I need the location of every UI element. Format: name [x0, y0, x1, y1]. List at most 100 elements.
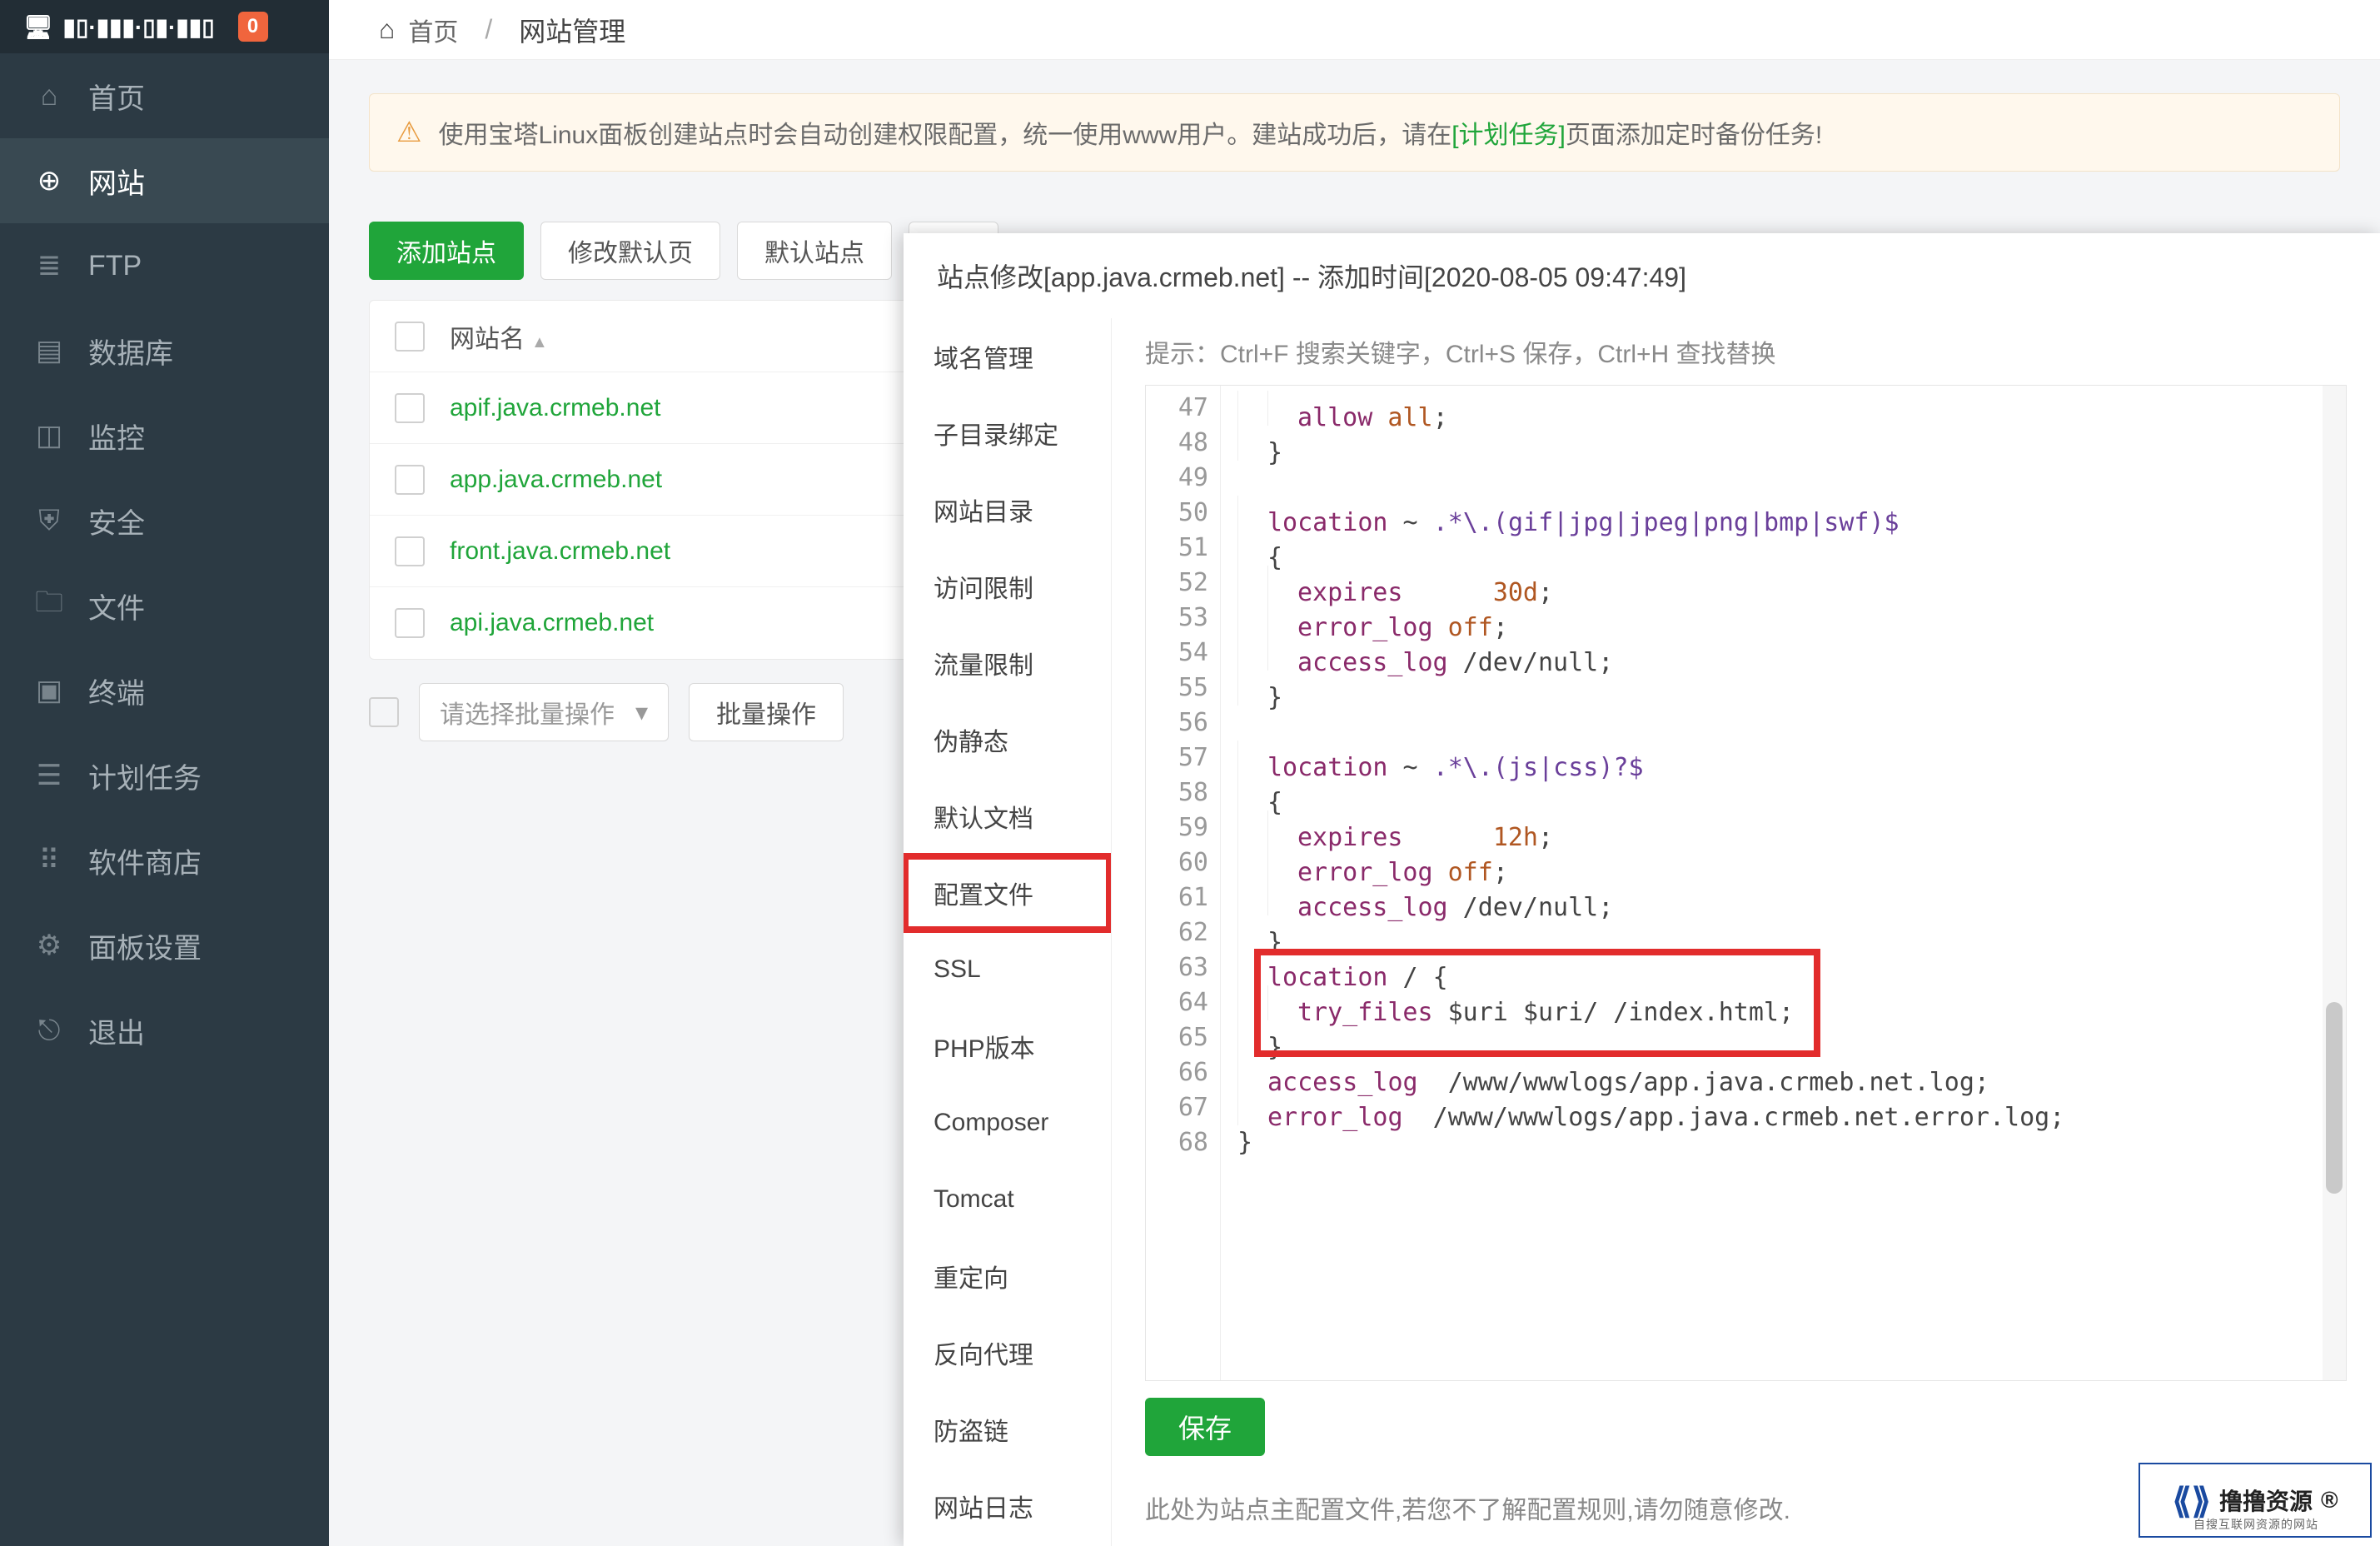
sidebar-item-计划任务[interactable]: ☰ 计划任务	[0, 733, 329, 818]
editor-scrollbar[interactable]	[2323, 386, 2346, 1380]
sidebar-item-label: 首页	[88, 76, 145, 117]
sidebar-item-首页[interactable]: ⌂ 首页	[0, 53, 329, 138]
sort-asc-icon: ▲	[531, 333, 548, 352]
row-checkbox[interactable]	[395, 393, 425, 423]
modal-nav-item-流量限制[interactable]: 流量限制	[904, 625, 1111, 701]
site-link[interactable]: apif.java.crmeb.net	[450, 394, 660, 422]
col-site-name[interactable]: 网站名▲	[450, 318, 548, 355]
watermark-sub: 自搜互联网资源的网站	[2193, 1516, 2318, 1533]
sidebar-item-网站[interactable]: ⊕网站	[0, 138, 329, 223]
sidebar-icon: ⚙	[33, 929, 65, 962]
sidebar-item-label: 安全	[88, 501, 145, 541]
breadcrumb-current: 网站管理	[519, 11, 625, 49]
modal-nav: 域名管理子目录绑定网站目录访问限制流量限制伪静态默认文档配置文件SSLPHP版本…	[904, 318, 1112, 1546]
row-checkbox[interactable]	[395, 465, 425, 495]
code-line-47: allow all;	[1237, 391, 2346, 426]
warning-icon: ⚠	[396, 116, 421, 149]
code-line-63: location / {	[1237, 950, 2346, 985]
modal-nav-item-反向代理[interactable]: 反向代理	[904, 1314, 1111, 1391]
code-line-64: try_files $uri $uri/ /index.html;	[1237, 985, 2346, 1020]
site-link[interactable]: front.java.crmeb.net	[450, 537, 670, 566]
modal-body: 域名管理子目录绑定网站目录访问限制流量限制伪静态默认文档配置文件SSLPHP版本…	[904, 318, 2380, 1546]
sidebar-item-退出[interactable]: ⎋退出	[0, 988, 329, 1073]
code-line-50: location ~ .*\.(gif|jpg|jpeg|png|bmp|swf…	[1237, 496, 2346, 531]
editor-code[interactable]: allow all;}location ~ .*\.(gif|jpg|jpeg|…	[1221, 386, 2346, 1380]
sidebar-item-label: 数据库	[88, 331, 173, 372]
server-ip: ▮▯·▮▮▮·▯▮·▮▮▯	[63, 13, 215, 41]
scrollbar-thumb[interactable]	[2326, 1002, 2343, 1194]
batch-action-select[interactable]: 请选择批量操作 ▾	[419, 683, 669, 741]
breadcrumb: ⌂ 首页 / 网站管理	[329, 0, 2380, 60]
modal-nav-item-网站目录[interactable]: 网站目录	[904, 471, 1111, 548]
sidebar-item-label: 面板设置	[88, 925, 202, 966]
modal-nav-item-防盗链[interactable]: 防盗链	[904, 1391, 1111, 1468]
modal-nav-item-子目录绑定[interactable]: 子目录绑定	[904, 395, 1111, 471]
modal-title: 站点修改[app.java.crmeb.net] -- 添加时间[2020-08…	[904, 233, 2380, 318]
sidebar-icon: ⎋	[33, 1015, 65, 1047]
modal-nav-item-访问限制[interactable]: 访问限制	[904, 548, 1111, 625]
sidebar-item-软件商店[interactable]: ⠿ 软件商店	[0, 818, 329, 903]
modal-nav-item-PHP版本[interactable]: PHP版本	[904, 1008, 1111, 1085]
modal-nav-item-Composer[interactable]: Composer	[904, 1085, 1111, 1161]
sidebar-item-FTP[interactable]: ≣ FTP	[0, 223, 329, 308]
watermark-badge: ⟪⟫ 撸撸资源® 自搜互联网资源的网站	[2139, 1463, 2372, 1538]
sidebar-item-label: FTP	[88, 250, 142, 282]
breadcrumb-separator: /	[485, 14, 492, 45]
code-line-66: access_log /www/wwwlogs/app.java.crmeb.n…	[1237, 1055, 2346, 1090]
modal-nav-item-伪静态[interactable]: 伪静态	[904, 701, 1111, 778]
code-line-53: error_log off;	[1237, 601, 2346, 636]
modal-nav-item-网站日志[interactable]: 网站日志	[904, 1468, 1111, 1544]
sidebar-item-label: 文件	[88, 586, 145, 626]
sidebar-item-安全[interactable]: ⛨ 安全	[0, 478, 329, 563]
monitor-icon: 🖥	[23, 13, 53, 41]
modal-nav-item-重定向[interactable]: 重定向	[904, 1238, 1111, 1314]
site-edit-modal: 站点修改[app.java.crmeb.net] -- 添加时间[2020-08…	[904, 233, 2380, 1546]
sidebar-item-label: 监控	[88, 416, 145, 456]
sidebar-icon: ◫	[33, 419, 65, 452]
code-line-61: access_log /dev/null;	[1237, 880, 2346, 915]
modal-nav-item-配置文件[interactable]: 配置文件	[904, 855, 1111, 931]
add-site-button[interactable]: 添加站点	[369, 222, 524, 280]
sidebar-item-文件[interactable]: 🗀文件	[0, 563, 329, 648]
code-line-52: expires 30d;	[1237, 566, 2346, 601]
sidebar-item-label: 软件商店	[88, 840, 202, 881]
site-link[interactable]: app.java.crmeb.net	[450, 466, 662, 494]
save-button[interactable]: 保存	[1145, 1398, 1265, 1456]
modal-nav-item-域名管理[interactable]: 域名管理	[904, 318, 1111, 395]
sidebar-item-监控[interactable]: ◫ 监控	[0, 393, 329, 478]
watermark-brand: 撸撸资源	[2219, 1484, 2313, 1517]
sidebar-item-数据库[interactable]: ▤数据库	[0, 308, 329, 393]
site-link[interactable]: api.java.crmeb.net	[450, 609, 654, 637]
alert-text: 使用宝塔Linux面板创建站点时会自动创建权限配置，统一使用www用户。建站成功…	[438, 114, 1822, 151]
sidebar-item-label: 终端	[88, 671, 145, 711]
batch-select-checkbox[interactable]	[369, 697, 399, 727]
alert-cron-link[interactable]: [计划任务]	[1451, 122, 1566, 149]
modal-main: 提示：Ctrl+F 搜索关键字，Ctrl+S 保存，Ctrl+H 查找替换 47…	[1112, 318, 2380, 1546]
edit-default-page-button[interactable]: 修改默认页	[540, 222, 720, 280]
info-alert: ⚠ 使用宝塔Linux面板创建站点时会自动创建权限配置，统一使用www用户。建站…	[369, 93, 2340, 172]
breadcrumb-home[interactable]: 首页	[408, 12, 458, 48]
sidebar-item-终端[interactable]: ▣终端	[0, 648, 329, 733]
modal-nav-item-Tomcat[interactable]: Tomcat	[904, 1161, 1111, 1238]
select-all-checkbox[interactable]	[395, 322, 425, 352]
row-checkbox[interactable]	[395, 536, 425, 566]
sidebar-icon: ⠿	[33, 844, 65, 877]
editor-gutter: 4748495051525354555657585960616263646566…	[1146, 386, 1221, 1380]
row-checkbox[interactable]	[395, 608, 425, 638]
sidebar-item-label: 计划任务	[88, 756, 202, 796]
batch-apply-button[interactable]: 批量操作	[689, 683, 844, 741]
sidebar-item-面板设置[interactable]: ⚙ 面板设置	[0, 903, 329, 988]
sidebar-icon: ☰	[33, 759, 65, 792]
sidebar-icon: ≣	[33, 249, 65, 282]
sidebar-icon: ⛨	[33, 505, 65, 537]
config-editor[interactable]: 4748495051525354555657585960616263646566…	[1145, 385, 2347, 1381]
sidebar: 🖥 ▮▯·▮▮▮·▯▮·▮▮▯ 0 ⌂ 首页 ⊕网站 ≣ FTP ▤数据库 ◫ 监控 ⛨ 安全 🗀文…	[0, 0, 329, 1546]
sidebar-icon: ⌂	[33, 80, 65, 112]
code-line-60: error_log off;	[1237, 845, 2346, 880]
modal-nav-item-默认文档[interactable]: 默认文档	[904, 778, 1111, 855]
notification-badge[interactable]: 0	[238, 12, 268, 42]
default-site-button[interactable]: 默认站点	[737, 222, 892, 280]
code-line-56	[1237, 706, 2346, 741]
modal-nav-item-SSL[interactable]: SSL	[904, 931, 1111, 1008]
code-line-57: location ~ .*\.(js|css)?$	[1237, 741, 2346, 775]
